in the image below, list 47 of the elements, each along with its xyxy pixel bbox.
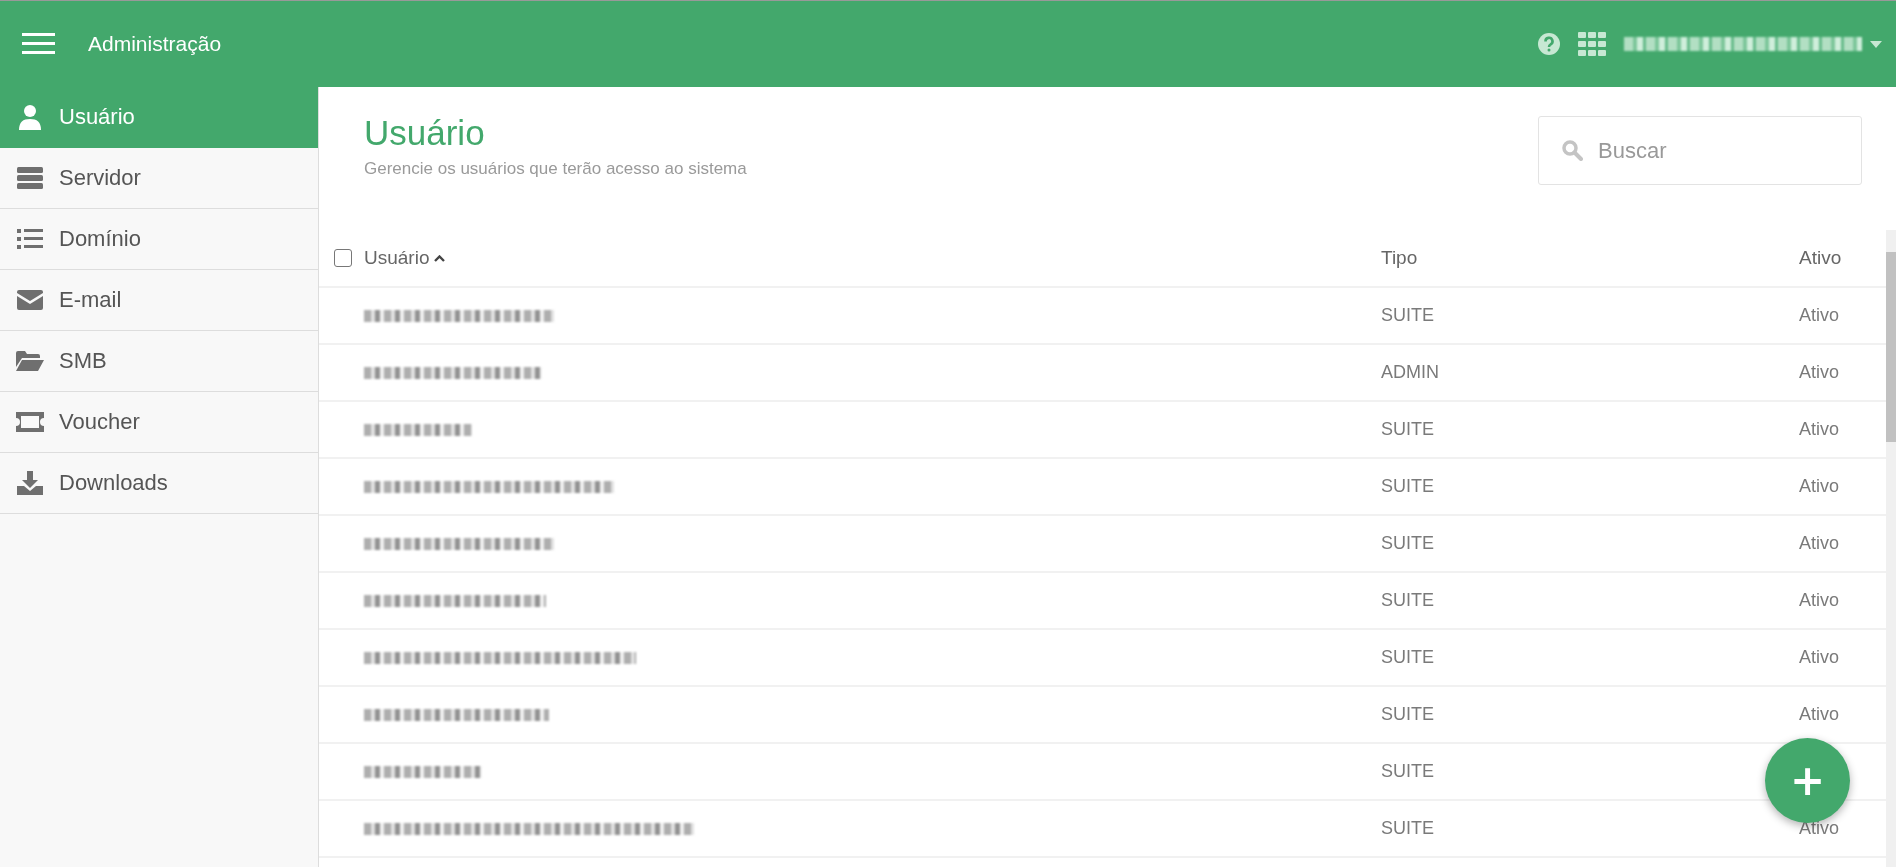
table-cell: Ativo [1799, 305, 1840, 325]
download-icon [16, 471, 43, 495]
folder-icon [15, 351, 44, 371]
sidebar-item[interactable]: E-mail [0, 270, 318, 331]
menu-icon [22, 33, 55, 55]
ticket-icon [15, 412, 44, 432]
table-cell: Ativo [1799, 533, 1840, 553]
app-title: Administração [88, 32, 222, 56]
table-cell-text: SUITE [1381, 476, 1435, 497]
column-header[interactable]: Tipo [1381, 247, 1799, 269]
apps-grid-icon[interactable] [1578, 32, 1606, 56]
table-cell-text: SUITE [1381, 647, 1435, 668]
page-title: Usuário [364, 112, 486, 154]
table-cell-text: SUITE [1381, 761, 1435, 782]
search-icon [1562, 140, 1583, 161]
sidebar-item[interactable]: Downloads [0, 453, 318, 514]
help-icon[interactable] [1538, 33, 1560, 55]
page-subtitle: Gerencie os usuários que terão acesso ao sistema [364, 159, 747, 179]
table-cell: Ativo [1799, 419, 1840, 439]
sidebar-item[interactable]: Voucher [0, 392, 318, 453]
column-header[interactable]: Ativo [1799, 247, 1886, 269]
table-cell-text: ADMIN [1381, 362, 1440, 383]
table-cell-text: SUITE [1381, 419, 1435, 440]
search-field[interactable]: Buscar [1538, 116, 1862, 185]
server-icon [16, 167, 43, 189]
person-icon [17, 104, 42, 130]
table-cell-text: SUITE [1381, 704, 1435, 725]
table-cell: Ativo [1799, 590, 1840, 610]
table-cell: Ativo [1799, 704, 1840, 724]
sidebar-item[interactable]: Domínio [0, 209, 318, 270]
sidebar-item[interactable]: SMB [0, 331, 318, 392]
sidebar-item[interactable]: Servidor [0, 148, 318, 209]
menu-button[interactable] [22, 33, 55, 55]
table-cell-text: SUITE [1381, 818, 1435, 839]
table-cell-text: SUITE [1381, 590, 1435, 611]
envelope-icon [16, 290, 43, 310]
select-all-checkbox[interactable] [334, 249, 352, 267]
caret-icon[interactable] [1870, 40, 1882, 48]
numbered-list-icon [16, 228, 43, 250]
table-cell: Ativo [1799, 362, 1840, 382]
column-header[interactable]: Usuário [364, 247, 430, 269]
sort-up-icon[interactable] [434, 254, 446, 262]
table-cell-text: SUITE [1381, 533, 1435, 554]
blurred-user-name[interactable] [1624, 37, 1862, 51]
table-cell: Ativo [1799, 476, 1840, 496]
table-cell: Ativo [1799, 647, 1840, 667]
table-cell-text: SUITE [1381, 305, 1435, 326]
